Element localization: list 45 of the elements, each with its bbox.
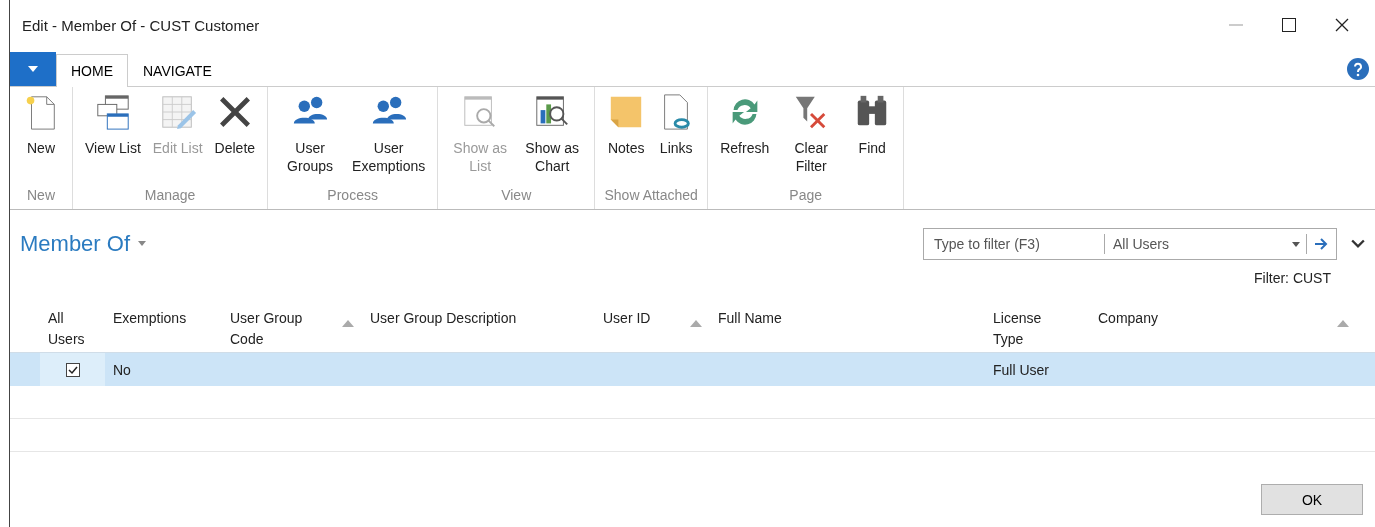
group-label: Show Attached (603, 187, 699, 205)
checkbox[interactable] (65, 362, 80, 377)
caret-icon (28, 66, 38, 72)
group-label: Page (788, 187, 824, 205)
column-header[interactable]: Exemptions (113, 308, 187, 329)
table-cell: Full User (993, 361, 1049, 378)
column-header[interactable]: User Group Code (230, 308, 325, 350)
column-header[interactable]: Full Name (718, 308, 782, 329)
ribbon-button[interactable]: Refresh (714, 87, 776, 187)
maximize-icon (1282, 18, 1296, 32)
group-label: Process (326, 187, 379, 205)
filter-field-dropdown[interactable]: All Users (1113, 236, 1286, 252)
arrow-right-icon (1315, 238, 1328, 250)
ribbon-button[interactable]: Notes (601, 87, 652, 187)
chevron-down-icon (1351, 239, 1365, 249)
ribbon-button[interactable]: Show as Chart (516, 87, 589, 187)
ribbon-tab[interactable]: HOME (56, 54, 128, 87)
table-row[interactable]: No Full User (10, 352, 1375, 386)
column-header[interactable]: License Type (993, 308, 1053, 350)
ribbon-tab[interactable]: NAVIGATE (128, 54, 227, 87)
ribbon-button[interactable]: User Groups (274, 87, 347, 187)
window-title: Edit - Member Of - CUST Customer (22, 16, 261, 34)
close-icon (1335, 18, 1349, 32)
page-title: Member Of (20, 231, 131, 257)
group-label: Manage (143, 187, 197, 205)
ribbon-button[interactable]: View List (79, 87, 147, 187)
help-icon (1347, 58, 1369, 80)
column-header[interactable]: User ID (603, 308, 651, 329)
ribbon-button[interactable]: Find (847, 87, 898, 187)
table-cell: No (113, 361, 131, 378)
ribbon-button[interactable]: User Exemptions (346, 87, 432, 187)
ribbon-button[interactable]: Links (651, 87, 702, 187)
group-label: New (26, 187, 56, 205)
ribbon-button[interactable]: Clear Filter (775, 87, 848, 187)
minimize-icon (1229, 24, 1243, 26)
ok-button[interactable]: OK (1261, 484, 1363, 515)
column-header[interactable]: Company (1098, 308, 1158, 329)
filter-summary: Filter: CUST (1253, 269, 1332, 286)
ribbon-button[interactable]: New (16, 87, 66, 187)
ribbon-button[interactable]: Delete (208, 87, 262, 187)
caret-icon (1292, 241, 1300, 247)
column-header[interactable]: All Users (48, 308, 93, 350)
column-header[interactable]: User Group Description (370, 308, 517, 329)
caret-icon (138, 241, 147, 247)
group-label: View (500, 187, 533, 205)
